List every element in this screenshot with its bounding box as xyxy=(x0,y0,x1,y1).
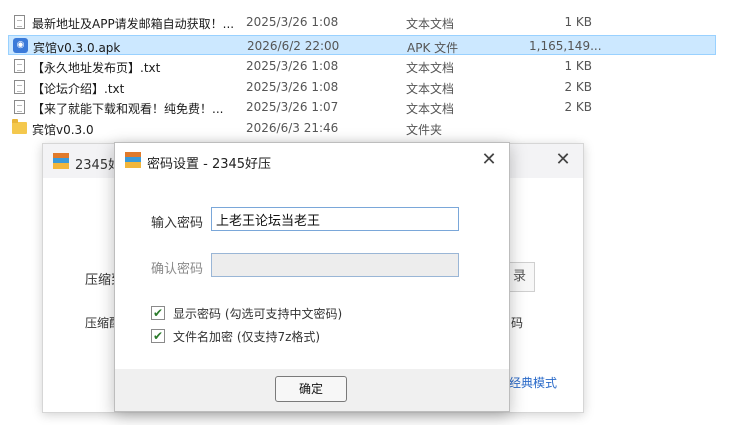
file-row[interactable]: ◉ 宾馆v0.3.0.apk 2026/6/2 22:00 APK 文件 1,165,1… xyxy=(8,35,716,55)
file-name: 最新地址及APP请发邮箱自动获取！... xyxy=(32,17,235,31)
text-document-icon xyxy=(12,99,28,115)
file-date: 2025/3/26 1:08 xyxy=(246,80,339,94)
dialog-footer: 确定 xyxy=(115,369,509,411)
app-logo-icon xyxy=(125,152,141,168)
confirm-password-input[interactable] xyxy=(211,253,459,277)
file-type: 文本文档 xyxy=(406,102,455,116)
file-row[interactable]: 宾馆v0.3.0 2026/6/3 21:46 文件夹 xyxy=(8,118,716,138)
close-icon[interactable]: ✕ xyxy=(551,148,575,172)
app-logo-icon xyxy=(53,153,69,169)
text-document-icon xyxy=(12,14,28,30)
file-row[interactable]: 【论坛介绍】.txt 2025/3/26 1:08 文本文档 2 KB xyxy=(8,77,716,97)
text-document-icon xyxy=(12,58,28,74)
file-date: 2026/6/2 22:00 xyxy=(247,39,340,53)
folder-icon xyxy=(12,119,28,136)
file-date: 2026/6/3 21:46 xyxy=(246,121,339,135)
show-password-label: 显示密码 (勾选可支持中文密码) xyxy=(173,307,343,321)
confirm-password-label: 确认密码 xyxy=(151,262,204,277)
file-date: 2025/3/26 1:07 xyxy=(246,100,339,114)
show-password-checkbox[interactable]: ✔ xyxy=(151,306,165,320)
file-row[interactable]: 最新地址及APP请发邮箱自动获取！... 2025/3/26 1:08 文本文档 1 … xyxy=(8,12,716,32)
file-type: 文件夹 xyxy=(406,123,443,137)
file-name: 【永久地址发布页】.txt xyxy=(32,61,161,75)
file-type: APK 文件 xyxy=(407,41,459,55)
text-document-icon xyxy=(12,79,28,95)
encrypt-filenames-checkbox[interactable]: ✔ xyxy=(151,329,165,343)
password-label: 输入密码 xyxy=(151,216,204,231)
file-name: 宾馆v0.3.0.apk xyxy=(33,41,121,55)
file-size: 2 KB xyxy=(564,80,592,94)
password-input[interactable] xyxy=(211,207,459,231)
file-name: 【来了就能下载和观看！纯免费！... xyxy=(32,102,224,116)
file-date: 2025/3/26 1:08 xyxy=(246,15,339,29)
file-size: 1 KB xyxy=(564,15,592,29)
dialog-title: 密码设置 - 2345好压 xyxy=(147,157,272,172)
file-size: 1 KB xyxy=(564,59,592,73)
file-date: 2025/3/26 1:08 xyxy=(246,59,339,73)
classic-mode-link[interactable]: 经典模式 xyxy=(509,374,557,391)
file-size: 1,165,149... xyxy=(529,39,602,53)
password-dialog-titlebar: 密码设置 - 2345好压 ✕ xyxy=(115,143,509,177)
close-icon[interactable]: ✕ xyxy=(477,148,501,172)
file-row[interactable]: 【来了就能下载和观看！纯免费！... 2025/3/26 1:07 文本文档 2 KB xyxy=(8,97,716,117)
encrypt-filenames-label: 文件名加密 (仅支持7z格式) xyxy=(173,330,321,344)
file-row[interactable]: 【永久地址发布页】.txt 2025/3/26 1:08 文本文档 1 KB xyxy=(8,56,716,76)
file-type: 文本文档 xyxy=(406,82,455,96)
file-name: 【论坛介绍】.txt xyxy=(32,82,125,96)
password-link-fragment[interactable]: 码 xyxy=(511,314,523,331)
password-dialog: 密码设置 - 2345好压 ✕ 输入密码 确认密码 ✔ 显示密码 (勾选可支持中… xyxy=(114,142,510,412)
file-size: 2 KB xyxy=(564,100,592,114)
file-type: 文本文档 xyxy=(406,61,455,75)
ok-button[interactable]: 确定 xyxy=(275,376,347,402)
apk-file-icon: ◉ xyxy=(13,38,29,54)
file-type: 文本文档 xyxy=(406,17,455,31)
file-name: 宾馆v0.3.0 xyxy=(32,123,94,137)
